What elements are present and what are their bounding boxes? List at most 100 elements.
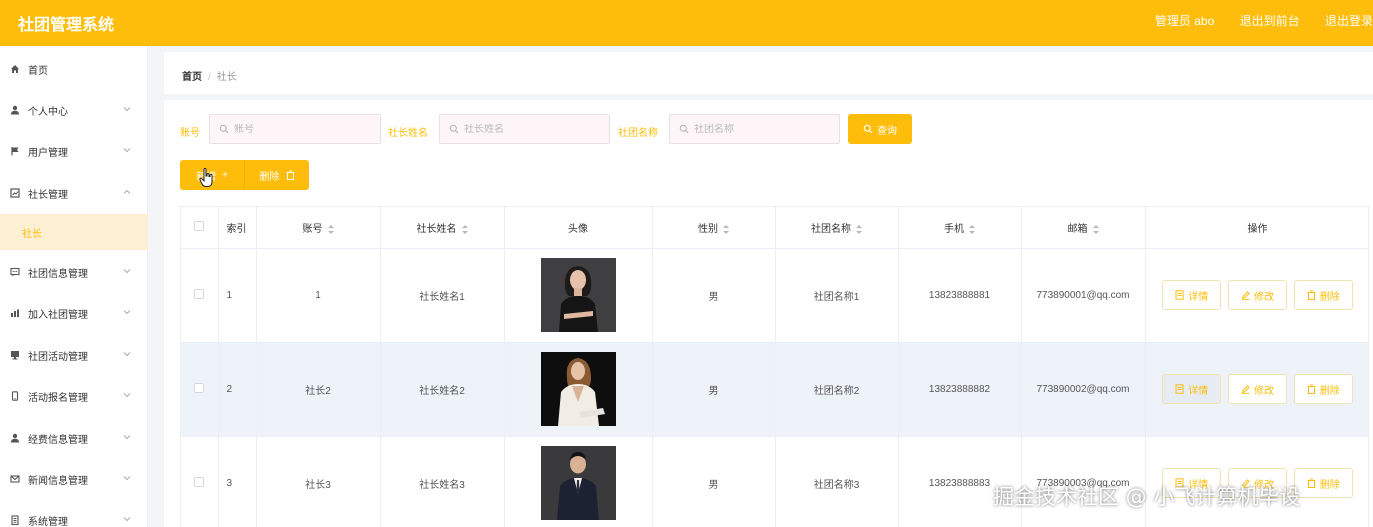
- chevron-down-icon: [123, 517, 131, 522]
- logout-link[interactable]: 退出登录: [1325, 14, 1373, 28]
- account-filter-field[interactable]: [209, 114, 381, 144]
- table-row: 2 社长2 社长姓名2 男 社团名称2 13823888882 77389000…: [181, 342, 1368, 437]
- sort-icon[interactable]: [856, 224, 862, 234]
- sidebar-item-signup[interactable]: 活动报名管理: [0, 378, 148, 414]
- cell-name: 社长姓名2: [380, 342, 505, 437]
- cell-club: 社团名称3: [775, 436, 899, 527]
- breadcrumb: 首页 / 社长: [182, 68, 237, 83]
- avatar-image[interactable]: [540, 352, 616, 426]
- cell-account: 社长3: [256, 436, 381, 527]
- col-header-phone[interactable]: 手机: [898, 207, 1022, 249]
- president-table: 索引 账号 社长姓名 头像 性别 社团名称 手机 邮箱 操作 1 1 社长姓名1: [180, 206, 1369, 527]
- search-icon: [863, 124, 873, 134]
- col-header-gender[interactable]: 性别: [652, 207, 776, 249]
- sort-icon[interactable]: [327, 224, 334, 234]
- sort-icon[interactable]: [723, 224, 729, 234]
- sidebar-item-funds[interactable]: 经费信息管理: [0, 420, 148, 456]
- row-checkbox[interactable]: [194, 476, 205, 487]
- edit-label: 修改: [1254, 291, 1274, 303]
- top-header: 社团管理系统 管理员 abo 退出到前台 退出登录: [0, 0, 1373, 46]
- sidebar-item-club-info[interactable]: 社团信息管理: [0, 254, 148, 290]
- sort-icon[interactable]: [969, 224, 975, 234]
- hand-cursor-icon: [199, 168, 213, 187]
- sidebar-item-label: 个人中心: [28, 106, 68, 118]
- cell-avatar: [504, 248, 653, 343]
- sort-icon[interactable]: [1092, 224, 1099, 234]
- name-filter-field[interactable]: [439, 114, 610, 144]
- sidebar-item-join-club[interactable]: 加入社团管理: [0, 295, 148, 331]
- sidebar-item-users[interactable]: 用户管理: [0, 133, 148, 169]
- cell-actions: 详情 修改 删除: [1145, 248, 1368, 343]
- sidebar-item-activity[interactable]: 社团活动管理: [0, 337, 148, 373]
- cell-email: 773890001@qq.com: [1021, 248, 1146, 343]
- detail-label: 详情: [1188, 291, 1209, 303]
- col-header-avatar: 头像: [504, 207, 653, 249]
- sidebar-item-label: 系统管理: [28, 516, 68, 527]
- chevron-down-icon: [123, 310, 131, 315]
- sort-icon[interactable]: [461, 224, 468, 234]
- user-icon: [10, 105, 20, 115]
- cell-actions: 详情 修改 删除: [1145, 342, 1368, 437]
- club-filter-field[interactable]: [669, 114, 840, 144]
- sidebar-item-profile[interactable]: 个人中心: [0, 92, 148, 128]
- batch-delete-button[interactable]: 删除: [244, 160, 309, 190]
- select-all-checkbox[interactable]: [194, 220, 205, 231]
- cell-phone: 13823888882: [898, 342, 1022, 437]
- table-row: 1 1 社长姓名1 男 社团名称1 13823888881 773890001@…: [181, 248, 1368, 343]
- breadcrumb-home[interactable]: 首页: [182, 72, 202, 83]
- phone-icon: [10, 391, 20, 401]
- cell-index: 2: [218, 342, 257, 437]
- chevron-down-icon: [123, 393, 131, 398]
- sidebar-item-home[interactable]: 首页: [0, 51, 148, 87]
- account-input[interactable]: [234, 123, 354, 135]
- col-header-index: 索引: [218, 207, 257, 249]
- sidebar-item-system[interactable]: 系统管理: [0, 502, 148, 527]
- delete-label: 删除: [1319, 385, 1340, 397]
- sidebar-item-label: 用户管理: [28, 147, 68, 159]
- detail-button[interactable]: 详情: [1162, 280, 1222, 310]
- club-input[interactable]: [694, 123, 814, 135]
- row-checkbox[interactable]: [194, 382, 205, 393]
- breadcrumb-current: 社长: [216, 72, 237, 83]
- edit-label: 修改: [1254, 385, 1274, 397]
- cell-avatar: [504, 342, 653, 437]
- sidebar-item-news[interactable]: 新闻信息管理: [0, 461, 148, 497]
- table-header-row: 索引 账号 社长姓名 头像 性别 社团名称 手机 邮箱 操作: [181, 207, 1368, 249]
- col-header-label: 手机: [944, 223, 964, 235]
- sidebar-item-president[interactable]: 社长: [0, 214, 148, 250]
- name-input[interactable]: [464, 123, 584, 135]
- detail-label: 详情: [1188, 385, 1209, 397]
- avatar-image[interactable]: [540, 258, 616, 332]
- app-title: 社团管理系统: [18, 17, 115, 34]
- query-button-label: 查询: [877, 125, 897, 137]
- col-header-name[interactable]: 社长姓名: [380, 207, 505, 249]
- club-filter-label: 社团名称: [618, 128, 658, 139]
- admin-user-label[interactable]: 管理员 abo: [1155, 14, 1214, 28]
- col-header-email[interactable]: 邮箱: [1021, 207, 1146, 249]
- row-checkbox[interactable]: [194, 288, 205, 299]
- sidebar-item-label: 社长: [22, 228, 42, 240]
- col-header-club[interactable]: 社团名称: [775, 207, 899, 249]
- delete-button-label: 删除: [259, 171, 280, 183]
- avatar-image[interactable]: [540, 446, 616, 520]
- to-front-link[interactable]: 退出到前台: [1240, 14, 1300, 28]
- delete-button[interactable]: 删除: [1293, 280, 1353, 310]
- sidebar-item-label: 首页: [28, 65, 48, 77]
- detail-button[interactable]: 详情: [1162, 374, 1222, 404]
- cell-avatar: [504, 436, 653, 527]
- trash-icon: [286, 170, 294, 180]
- cell-email: 773890002@qq.com: [1021, 342, 1146, 437]
- cell-account: 社长2: [256, 342, 381, 437]
- breadcrumb-bar: 首页 / 社长: [164, 52, 1373, 94]
- row-select-cell: [181, 436, 219, 527]
- delete-label: 删除: [1319, 291, 1340, 303]
- cell-index: 3: [218, 436, 257, 527]
- col-header-account[interactable]: 账号: [256, 207, 381, 249]
- delete-button[interactable]: 删除: [1293, 374, 1353, 404]
- delete-button[interactable]: 删除: [1293, 468, 1353, 498]
- sidebar-item-president-mgmt[interactable]: 社长管理: [0, 175, 148, 211]
- edit-button[interactable]: 修改: [1228, 280, 1287, 310]
- col-header-label: 账号: [302, 223, 323, 235]
- query-button[interactable]: 查询: [848, 114, 912, 144]
- edit-button[interactable]: 修改: [1228, 374, 1287, 404]
